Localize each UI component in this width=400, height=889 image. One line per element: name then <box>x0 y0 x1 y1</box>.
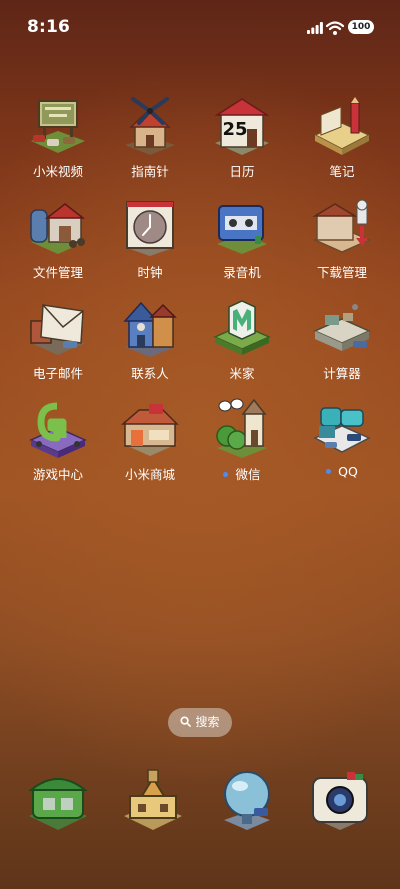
status-time: 8:16 <box>27 17 71 37</box>
clock-icon <box>126 201 174 256</box>
camera-icon[interactable] <box>307 768 373 834</box>
calculator-icon <box>313 304 371 351</box>
search-button[interactable]: 搜索 <box>168 708 232 737</box>
app-label: 日历 <box>229 164 255 179</box>
app-label: 时钟 <box>137 265 163 280</box>
calendar-date: 25 <box>222 119 247 140</box>
browser-icon[interactable] <box>214 768 280 834</box>
calendar-icon: 25 <box>214 98 270 155</box>
game-center-icon <box>29 402 87 458</box>
app-label: 米家 <box>229 366 255 381</box>
app-label: 小米视频 <box>32 164 83 179</box>
battery-indicator: 100 <box>348 20 374 34</box>
notes-icon <box>313 97 371 155</box>
search-icon <box>180 716 192 727</box>
recorder-icon <box>217 205 267 254</box>
app-label: 计算器 <box>323 366 361 381</box>
app-label: 下载管理 <box>316 265 367 280</box>
app-label: 微信 <box>192 464 292 483</box>
phone-icon[interactable] <box>25 768 91 834</box>
mi-home-icon <box>213 300 271 355</box>
wechat-icon <box>216 398 267 458</box>
app-label: 文件管理 <box>32 265 83 280</box>
app-label: 小米商城 <box>124 467 175 482</box>
app-label: 笔记 <box>329 164 355 179</box>
download-manager-icon <box>312 199 371 253</box>
mi-store-icon <box>121 404 179 456</box>
search-label: 搜索 <box>195 715 220 729</box>
unread-dot <box>326 469 332 474</box>
email-icon <box>30 304 85 355</box>
messages-icon[interactable] <box>120 768 186 834</box>
app-label: 指南针 <box>131 164 169 179</box>
app-label: 录音机 <box>223 265 261 280</box>
app-label: 游戏中心 <box>32 467 83 482</box>
cellular-signal-icon <box>307 22 323 34</box>
xiaomi-video-icon <box>31 100 85 153</box>
file-manager-icon <box>30 203 86 254</box>
contacts-icon <box>123 301 177 357</box>
unread-dot <box>223 472 229 477</box>
app-label: QQ <box>292 464 392 479</box>
compass-icon <box>125 97 175 155</box>
app-label: 联系人 <box>131 366 169 381</box>
wifi-icon <box>326 21 344 35</box>
app-label: 电子邮件 <box>32 366 83 381</box>
status-bar: 8:16 100 <box>0 0 400 56</box>
qq-icon <box>313 407 371 453</box>
